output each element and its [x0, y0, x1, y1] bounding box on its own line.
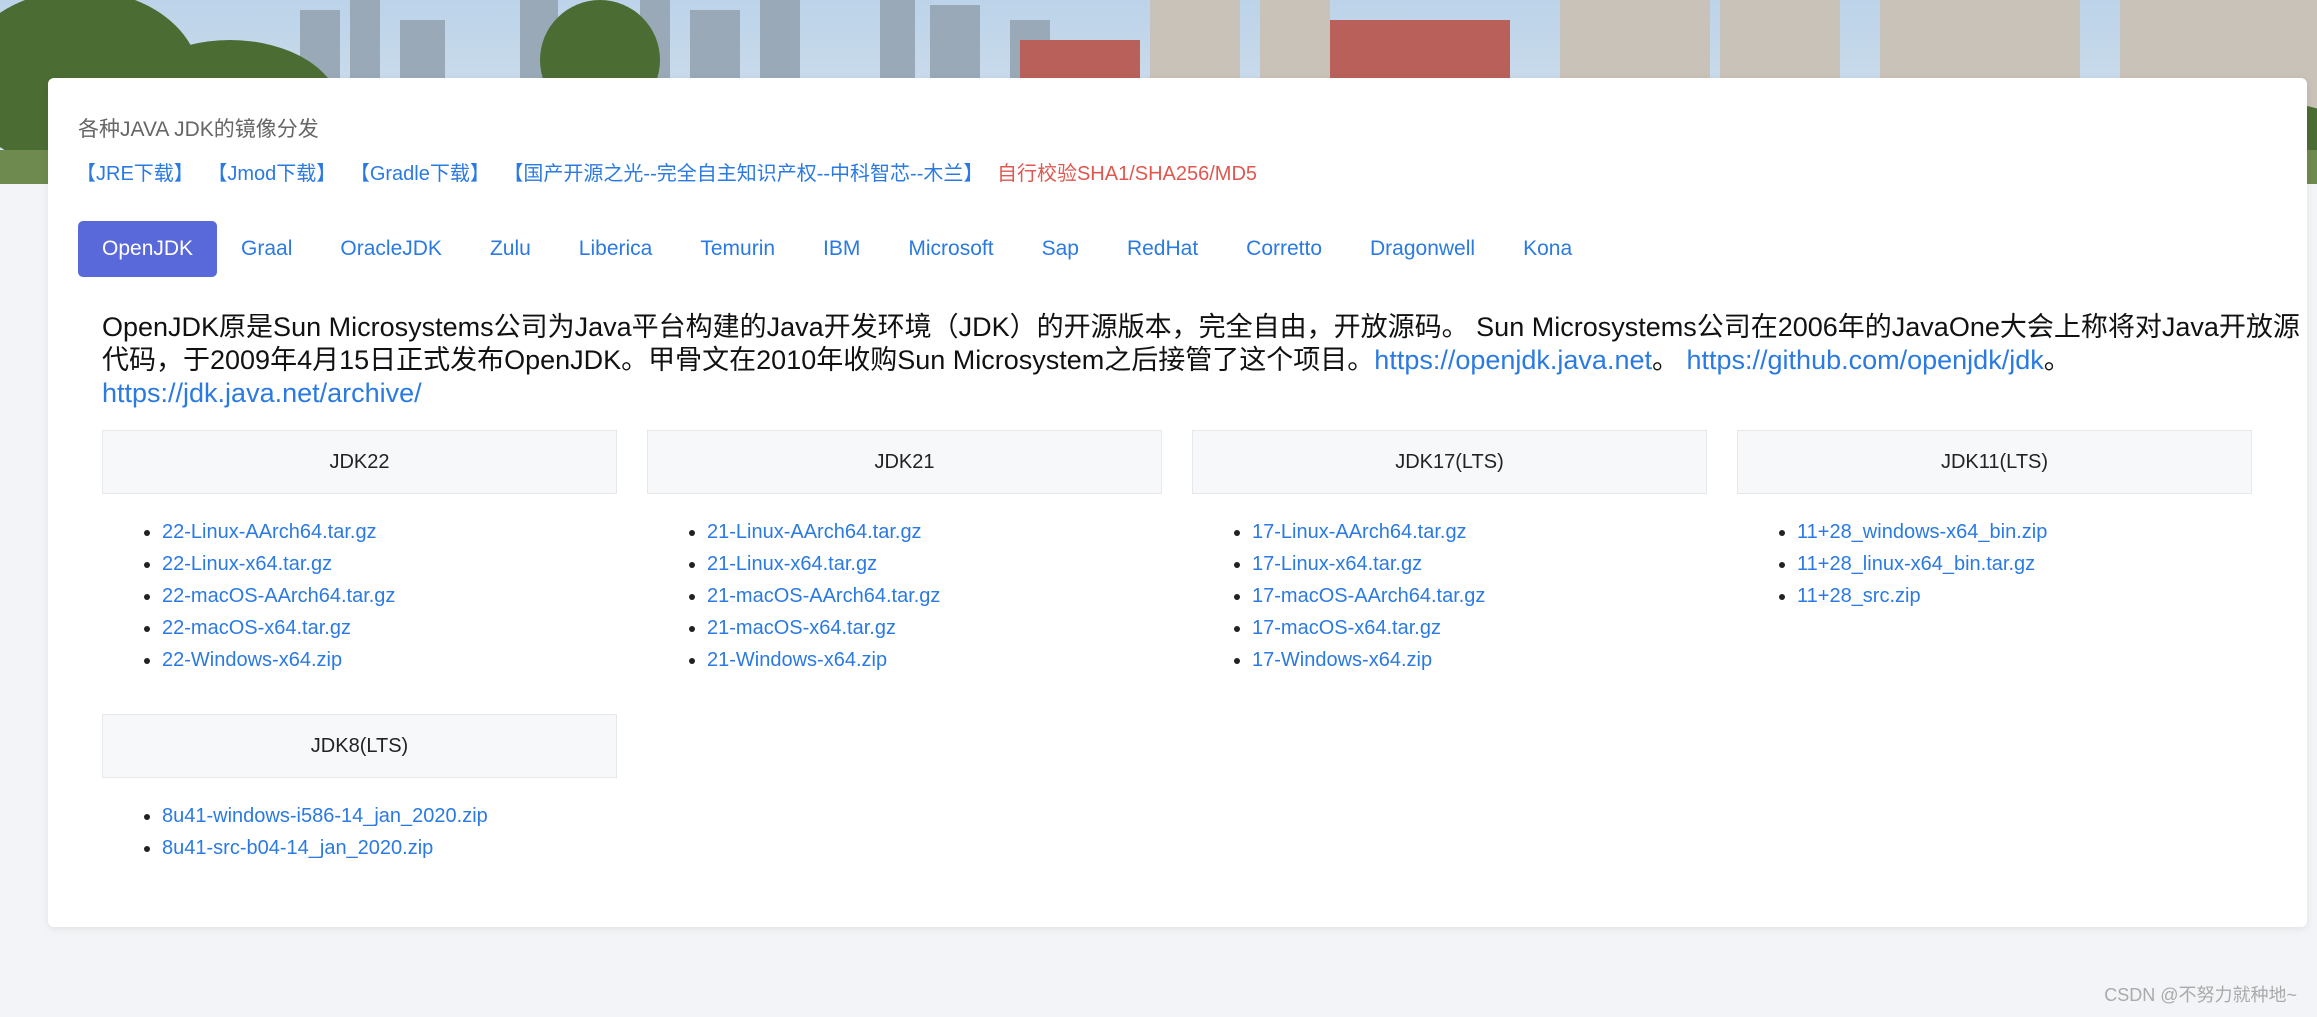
- tab-corretto[interactable]: Corretto: [1222, 221, 1346, 277]
- jdk22-file-list: 22-Linux-AArch64.tar.gz 22-Linux-x64.tar…: [102, 516, 617, 676]
- download-link[interactable]: 22-Windows-x64.zip: [162, 649, 342, 671]
- verify-checksum-link[interactable]: 自行校验SHA1/SHA256/MD5: [997, 163, 1257, 185]
- jdk21-header: JDK21: [647, 430, 1162, 494]
- page-title: 各种JAVA JDK的镜像分发: [78, 118, 319, 141]
- jdk8-header: JDK8(LTS): [102, 714, 617, 778]
- list-item: 21-Windows-x64.zip: [707, 644, 1162, 676]
- list-item: 11+28_windows-x64_bin.zip: [1797, 516, 2252, 548]
- jdk8-section: JDK8(LTS) 8u41-windows-i586-14_jan_2020.…: [102, 714, 617, 864]
- list-item: 22-macOS-x64.tar.gz: [162, 612, 617, 644]
- download-link[interactable]: 22-macOS-AArch64.tar.gz: [162, 585, 395, 607]
- list-item: 22-macOS-AArch64.tar.gz: [162, 580, 617, 612]
- download-link[interactable]: 21-Windows-x64.zip: [707, 649, 887, 671]
- jdk17-header: JDK17(LTS): [1192, 430, 1707, 494]
- list-item: 8u41-src-b04-14_jan_2020.zip: [162, 832, 617, 864]
- download-link[interactable]: 21-Linux-x64.tar.gz: [707, 553, 877, 575]
- download-link[interactable]: 22-macOS-x64.tar.gz: [162, 617, 351, 639]
- tab-openjdk[interactable]: OpenJDK: [78, 221, 218, 277]
- download-link[interactable]: 22-Linux-x64.tar.gz: [162, 553, 332, 575]
- list-item: 17-macOS-AArch64.tar.gz: [1252, 580, 1707, 612]
- tab-liberica[interactable]: Liberica: [555, 221, 677, 277]
- jdk-archive-link[interactable]: https://jdk.java.net/archive/: [102, 378, 422, 408]
- list-item: 22-Linux-AArch64.tar.gz: [162, 516, 617, 548]
- download-link[interactable]: 21-macOS-AArch64.tar.gz: [707, 585, 940, 607]
- download-link[interactable]: 17-macOS-x64.tar.gz: [1252, 617, 1441, 639]
- jdk22-section: JDK22 22-Linux-AArch64.tar.gz 22-Linux-x…: [102, 430, 617, 676]
- jmod-download-link[interactable]: 【Jmod下载】: [207, 163, 336, 185]
- download-link[interactable]: 11+28_src.zip: [1797, 585, 1921, 607]
- description-separator: 。: [2043, 345, 2071, 375]
- tab-ibm[interactable]: IBM: [799, 221, 884, 277]
- tab-zulu[interactable]: Zulu: [466, 221, 555, 277]
- tab-microsoft[interactable]: Microsoft: [884, 221, 1017, 277]
- download-link[interactable]: 22-Linux-AArch64.tar.gz: [162, 521, 377, 543]
- openjdk-description: OpenJDK原是Sun Microsystems公司为Java平台构建的Jav…: [102, 311, 2302, 410]
- list-item: 21-Linux-x64.tar.gz: [707, 548, 1162, 580]
- list-item: 17-Windows-x64.zip: [1252, 644, 1707, 676]
- download-link[interactable]: 17-Windows-x64.zip: [1252, 649, 1432, 671]
- jdk17-section: JDK17(LTS) 17-Linux-AArch64.tar.gz 17-Li…: [1192, 430, 1707, 676]
- download-link[interactable]: 17-macOS-AArch64.tar.gz: [1252, 585, 1485, 607]
- jdk-version-grid: JDK22 22-Linux-AArch64.tar.gz 22-Linux-x…: [102, 430, 2254, 864]
- jdk11-header: JDK11(LTS): [1737, 430, 2252, 494]
- list-item: 21-macOS-x64.tar.gz: [707, 612, 1162, 644]
- download-link[interactable]: 21-macOS-x64.tar.gz: [707, 617, 896, 639]
- tab-oraclejdk[interactable]: OracleJDK: [316, 221, 466, 277]
- github-openjdk-link[interactable]: https://github.com/openjdk/jdk: [1687, 345, 2044, 375]
- download-link[interactable]: 11+28_windows-x64_bin.zip: [1797, 521, 2047, 543]
- main-card: 各种JAVA JDK的镜像分发 【JRE下载】 【Jmod下载】 【Gradle…: [48, 78, 2307, 927]
- download-link[interactable]: 21-Linux-AArch64.tar.gz: [707, 521, 922, 543]
- top-links-bar: 【JRE下载】 【Jmod下载】 【Gradle下载】 【国产开源之光--完全自…: [76, 157, 1265, 186]
- download-link[interactable]: 11+28_linux-x64_bin.tar.gz: [1797, 553, 2035, 575]
- vendor-tabs: OpenJDK Graal OracleJDK Zulu Liberica Te…: [78, 221, 1596, 277]
- jdk11-file-list: 11+28_windows-x64_bin.zip 11+28_linux-x6…: [1737, 516, 2252, 612]
- jdk21-section: JDK21 21-Linux-AArch64.tar.gz 21-Linux-x…: [647, 430, 1162, 676]
- csdn-watermark: CSDN @不努力就种地~: [2104, 985, 2297, 1005]
- download-link[interactable]: 17-Linux-AArch64.tar.gz: [1252, 521, 1467, 543]
- download-link[interactable]: 8u41-src-b04-14_jan_2020.zip: [162, 837, 433, 859]
- gradle-download-link[interactable]: 【Gradle下载】: [350, 163, 490, 185]
- openjdk-net-link[interactable]: https://openjdk.java.net: [1374, 345, 1652, 375]
- jdk11-section: JDK11(LTS) 11+28_windows-x64_bin.zip 11+…: [1737, 430, 2252, 676]
- description-separator: 。: [1651, 345, 1687, 375]
- jdk21-file-list: 21-Linux-AArch64.tar.gz 21-Linux-x64.tar…: [647, 516, 1162, 676]
- jdk17-file-list: 17-Linux-AArch64.tar.gz 17-Linux-x64.tar…: [1192, 516, 1707, 676]
- jre-download-link[interactable]: 【JRE下载】: [76, 163, 194, 185]
- download-link[interactable]: 17-Linux-x64.tar.gz: [1252, 553, 1422, 575]
- tab-dragonwell[interactable]: Dragonwell: [1346, 221, 1499, 277]
- list-item: 21-Linux-AArch64.tar.gz: [707, 516, 1162, 548]
- list-item: 22-Windows-x64.zip: [162, 644, 617, 676]
- list-item: 11+28_linux-x64_bin.tar.gz: [1797, 548, 2252, 580]
- tab-redhat[interactable]: RedHat: [1103, 221, 1222, 277]
- list-item: 8u41-windows-i586-14_jan_2020.zip: [162, 800, 617, 832]
- list-item: 17-Linux-x64.tar.gz: [1252, 548, 1707, 580]
- tab-temurin[interactable]: Temurin: [676, 221, 799, 277]
- jdk22-header: JDK22: [102, 430, 617, 494]
- tab-graal[interactable]: Graal: [217, 221, 316, 277]
- mulan-link[interactable]: 【国产开源之光--完全自主知识产权--中科智芯--木兰】: [503, 163, 983, 185]
- list-item: 17-macOS-x64.tar.gz: [1252, 612, 1707, 644]
- list-item: 22-Linux-x64.tar.gz: [162, 548, 617, 580]
- tab-sap[interactable]: Sap: [1018, 221, 1103, 277]
- download-link[interactable]: 8u41-windows-i586-14_jan_2020.zip: [162, 805, 488, 827]
- jdk8-file-list: 8u41-windows-i586-14_jan_2020.zip 8u41-s…: [102, 800, 617, 864]
- tab-kona[interactable]: Kona: [1499, 221, 1596, 277]
- list-item: 17-Linux-AArch64.tar.gz: [1252, 516, 1707, 548]
- list-item: 21-macOS-AArch64.tar.gz: [707, 580, 1162, 612]
- list-item: 11+28_src.zip: [1797, 580, 2252, 612]
